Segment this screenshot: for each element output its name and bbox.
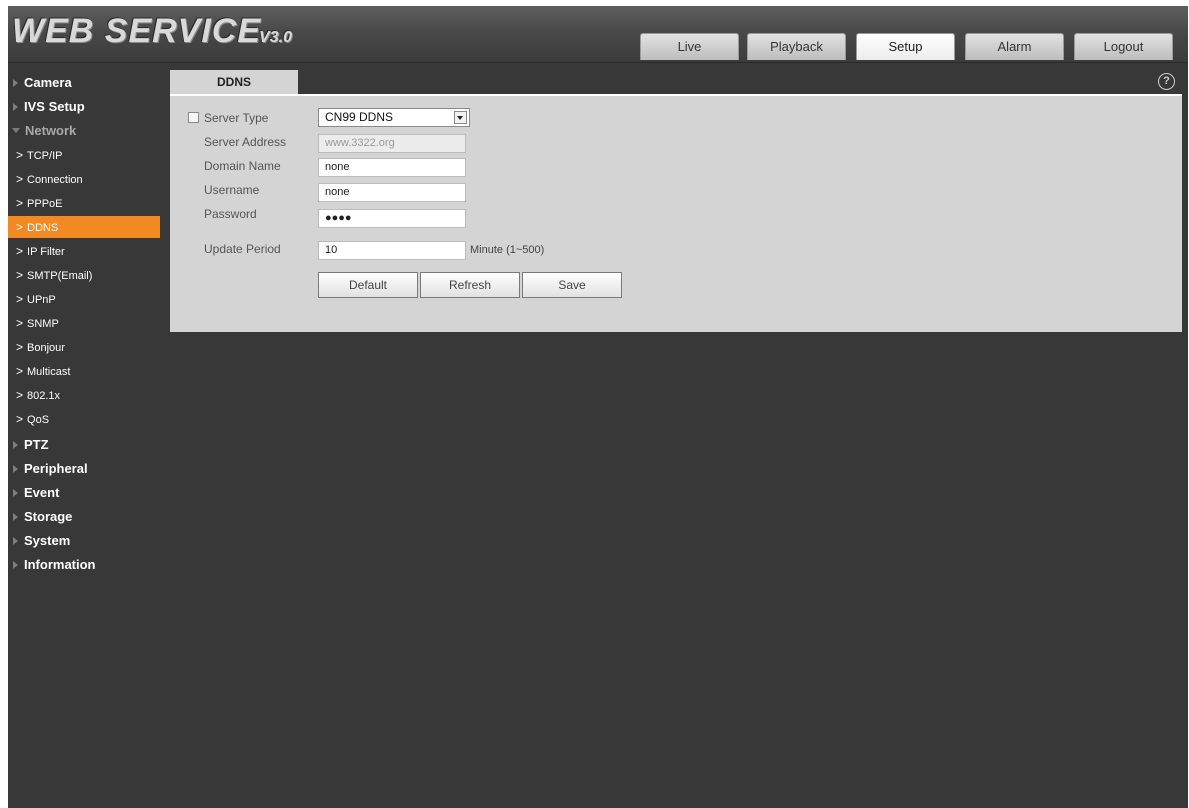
ddns-settings-panel: Server Type CN99 DDNS Server Address www… — [170, 96, 1182, 332]
chevron-right-icon: > — [16, 172, 24, 186]
server-type-checkbox[interactable] — [188, 112, 199, 123]
triangle-right-icon — [13, 78, 18, 87]
sidebar-item-multicast[interactable]: > Multicast — [8, 360, 160, 382]
chevron-right-icon: > — [16, 148, 24, 162]
save-button[interactable]: Save — [522, 272, 622, 298]
chevron-right-icon: > — [16, 196, 24, 210]
triangle-right-icon — [13, 102, 18, 111]
sidebar-item-label: Peripheral — [24, 461, 88, 476]
sidebar-item-label: IVS Setup — [24, 99, 85, 114]
sidebar-item-qos[interactable]: > QoS — [8, 408, 160, 430]
header-bar: WEB SERVICEV3.0 Live Playback Setup Alar… — [8, 6, 1188, 63]
sidebar-item-ddns[interactable]: > DDNS — [8, 216, 160, 238]
sidebar-item-label: PTZ — [24, 437, 49, 452]
chevron-right-icon: > — [16, 244, 24, 258]
tab-ddns[interactable]: DDNS — [170, 70, 298, 97]
sidebar-item-label: IP Filter — [27, 246, 65, 258]
sidebar-item-ptz[interactable]: PTZ — [8, 434, 160, 456]
sidebar-item-event[interactable]: Event — [8, 482, 160, 504]
server-type-select[interactable]: CN99 DDNS — [318, 108, 470, 127]
sidebar-item-label: System — [24, 533, 71, 548]
username-label: Username — [204, 183, 260, 197]
chevron-right-icon: > — [16, 364, 24, 378]
sidebar-item-label: Bonjour — [27, 342, 65, 354]
nav-tab-live[interactable]: Live — [640, 33, 739, 60]
username-field[interactable]: none — [318, 183, 466, 202]
sidebar-item-bonjour[interactable]: > Bonjour — [8, 336, 160, 358]
nav-tab-logout[interactable]: Logout — [1074, 33, 1173, 60]
password-label: Password — [204, 207, 257, 221]
default-button[interactable]: Default — [318, 272, 418, 298]
update-period-unit: Minute (1~500) — [470, 244, 545, 256]
sidebar-item-label: Information — [24, 557, 96, 572]
sidebar-item-label: QoS — [27, 414, 50, 426]
sidebar-item-tcpip[interactable]: > TCP/IP — [8, 144, 160, 166]
triangle-right-icon — [13, 488, 18, 497]
triangle-right-icon — [13, 536, 18, 545]
chevron-down-icon — [454, 111, 467, 124]
server-type-label: Server Type — [204, 111, 269, 125]
sidebar-item-upnp[interactable]: > UPnP — [8, 288, 160, 310]
sidebar-item-8021x[interactable]: >802.1x — [8, 384, 160, 406]
chevron-right-icon: > — [16, 316, 24, 330]
sidebar-item-label: SNMP — [27, 318, 59, 330]
sidebar-item-label: 802.1x — [27, 390, 61, 402]
sidebar-item-connection[interactable]: > Connection — [8, 168, 160, 190]
chevron-right-icon: > — [16, 412, 24, 426]
triangle-right-icon — [13, 464, 18, 473]
sidebar-item-ivs-setup[interactable]: IVS Setup — [8, 96, 160, 118]
password-field[interactable]: ●●●● — [318, 209, 466, 228]
sidebar-item-camera[interactable]: Camera — [8, 72, 160, 94]
sidebar-item-network[interactable]: Network — [8, 120, 160, 142]
chevron-right-icon: > — [16, 268, 24, 282]
domain-name-label: Domain Name — [204, 159, 281, 173]
chevron-right-icon: > — [16, 292, 24, 306]
server-address-label: Server Address — [204, 135, 287, 149]
nav-tab-setup[interactable]: Setup — [856, 33, 955, 60]
update-period-label: Update Period — [204, 242, 281, 256]
sidebar-item-information[interactable]: Information — [8, 554, 160, 576]
logo-main-text: WEB SERVICE — [12, 12, 262, 50]
sidebar-item-system[interactable]: System — [8, 530, 160, 552]
sidebar-item-label: Storage — [24, 509, 73, 524]
sidebar-item-label: PPPoE — [27, 198, 63, 210]
sidebar-item-snmp[interactable]: > SNMP — [8, 312, 160, 334]
sidebar-item-peripheral[interactable]: Peripheral — [8, 458, 160, 480]
triangle-right-icon — [13, 440, 18, 449]
help-icon[interactable]: ? — [1158, 73, 1175, 90]
domain-name-field[interactable]: none — [318, 158, 466, 177]
triangle-right-icon — [13, 560, 18, 569]
chevron-right-icon: > — [16, 220, 24, 234]
sidebar-item-storage[interactable]: Storage — [8, 506, 160, 528]
chevron-right-icon: > — [16, 340, 24, 354]
server-type-value: CN99 DDNS — [325, 110, 394, 124]
sidebar-item-label: TCP/IP — [27, 150, 63, 162]
refresh-button[interactable]: Refresh — [420, 272, 520, 298]
triangle-down-icon — [12, 128, 20, 134]
chevron-right-icon: > — [16, 388, 24, 402]
sidebar-item-label: Multicast — [27, 366, 71, 378]
nav-tab-playback[interactable]: Playback — [747, 33, 846, 60]
sidebar-item-label: UPnP — [27, 294, 56, 306]
logo-version-text: V3.0 — [259, 29, 292, 46]
nav-tab-alarm[interactable]: Alarm — [965, 33, 1064, 60]
sidebar-item-label: DDNS — [27, 222, 59, 234]
sidebar-item-ip-filter[interactable]: > IP Filter — [8, 240, 160, 262]
server-address-field: www.3322.org — [318, 134, 466, 153]
triangle-right-icon — [13, 512, 18, 521]
sidebar-item-label: Camera — [24, 75, 72, 90]
sidebar-item-label: Connection — [27, 174, 83, 186]
sidebar-item-label: SMTP(Email) — [27, 270, 93, 282]
app-logo: WEB SERVICEV3.0 — [12, 12, 292, 52]
sidebar-item-label: Event — [24, 485, 60, 500]
sidebar-item-label: Network — [25, 123, 77, 138]
app-window: WEB SERVICEV3.0 Live Playback Setup Alar… — [8, 6, 1188, 808]
update-period-field[interactable]: 10 — [318, 241, 466, 260]
sidebar-item-smtp[interactable]: > SMTP(Email) — [8, 264, 160, 286]
sidebar-item-pppoe[interactable]: > PPPoE — [8, 192, 160, 214]
